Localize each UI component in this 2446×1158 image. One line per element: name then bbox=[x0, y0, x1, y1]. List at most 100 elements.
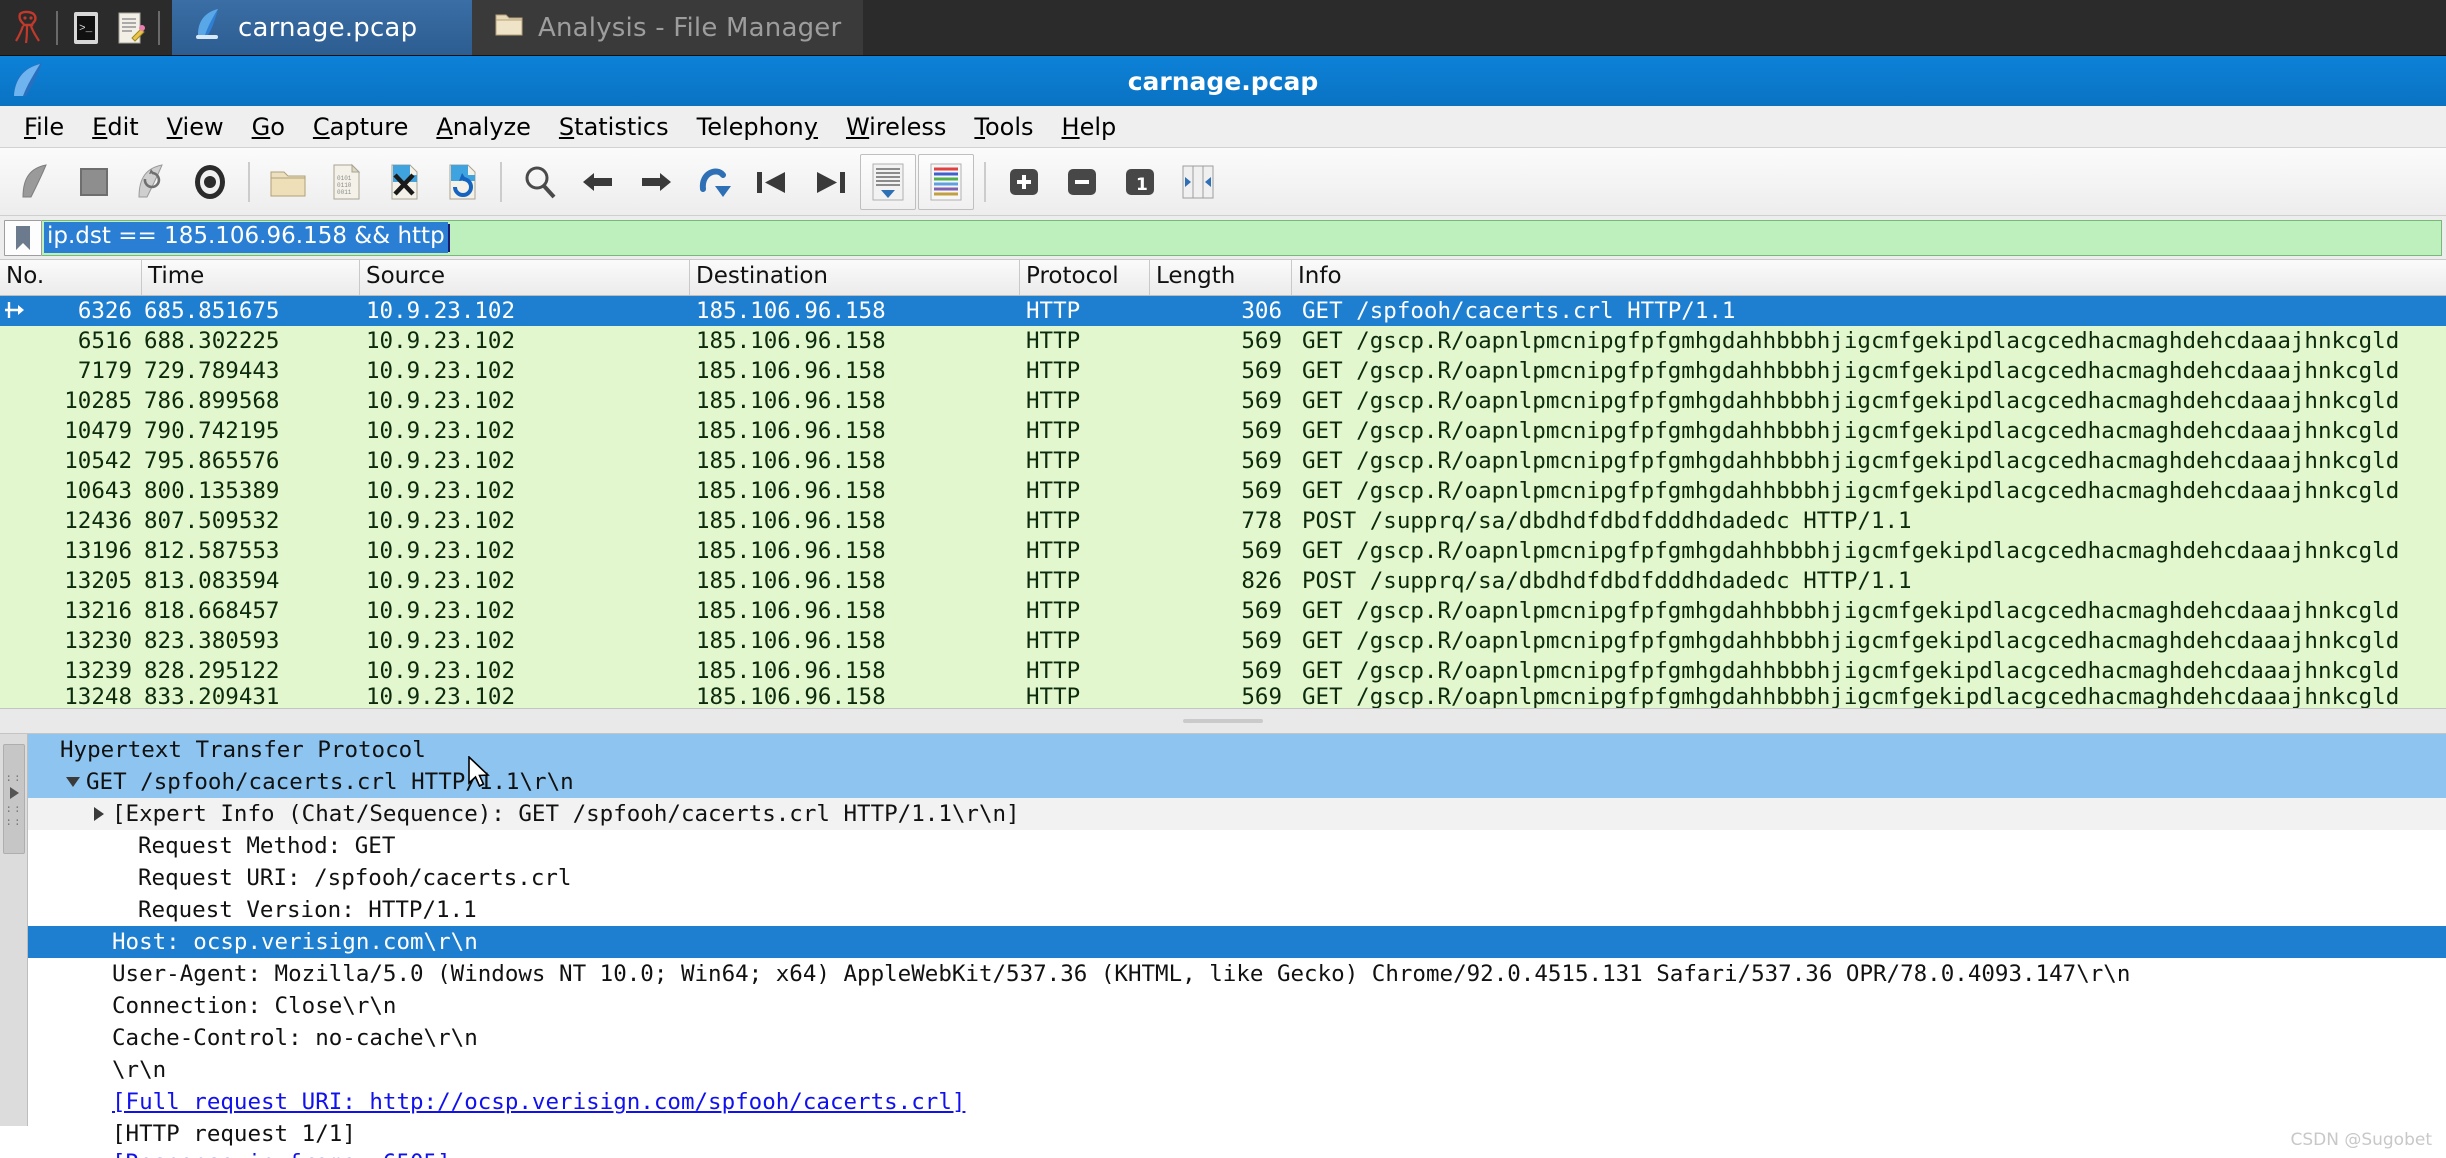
column-header-protocol[interactable]: Protocol bbox=[1020, 260, 1150, 295]
chevron-down-icon[interactable] bbox=[60, 777, 86, 787]
menu-go[interactable]: Go bbox=[238, 109, 299, 145]
go-forward-arrow-icon[interactable] bbox=[628, 154, 684, 210]
packet-row[interactable]: 10479 790.742195 10.9.23.102 185.106.96.158… bbox=[0, 416, 2446, 446]
octopus-icon[interactable] bbox=[6, 6, 50, 50]
auto-scroll-icon[interactable] bbox=[860, 153, 916, 210]
packet-no: 10479 bbox=[64, 418, 132, 444]
packet-row[interactable]: 10285 786.899568 10.9.23.102 185.106.96.158… bbox=[0, 386, 2446, 416]
detail-tree-row[interactable]: Host: ocsp.verisign.com\r\n bbox=[28, 926, 2446, 958]
menu-help[interactable]: Help bbox=[1048, 109, 1131, 145]
detail-tree-row[interactable]: Request Method: GET bbox=[28, 830, 2446, 862]
column-header-source[interactable]: Source bbox=[360, 260, 690, 295]
menu-tools[interactable]: Tools bbox=[960, 109, 1047, 145]
packet-no: 13230 bbox=[64, 628, 132, 654]
menu-edit[interactable]: Edit bbox=[78, 109, 152, 145]
packet-row[interactable]: 6326 685.851675 10.9.23.102 185.106.96.158 H… bbox=[0, 296, 2446, 326]
column-header-no[interactable]: No. bbox=[0, 260, 142, 295]
detail-tree-row[interactable]: Request URI: /spfooh/cacerts.crl bbox=[28, 862, 2446, 894]
packet-row[interactable]: 10643 800.135389 10.9.23.102 185.106.96.158… bbox=[0, 476, 2446, 506]
go-to-last-packet-icon[interactable] bbox=[802, 154, 858, 210]
detail-row-text: [Full request URI: http://ocsp.verisign.… bbox=[112, 1089, 966, 1115]
menu-view[interactable]: View bbox=[153, 109, 238, 145]
detail-tree-row[interactable]: GET /spfooh/cacerts.crl HTTP/1.1\r\n bbox=[28, 766, 2446, 798]
packet-info: GET /gscp.R/oapnlpmcnipgfpfgmhgdahhbbbhj… bbox=[1302, 658, 2400, 684]
bookmark-icon[interactable] bbox=[4, 219, 42, 256]
menu-capture[interactable]: Capture bbox=[299, 109, 422, 145]
column-header-time[interactable]: Time bbox=[142, 260, 360, 295]
detail-tree-row[interactable]: \r\n bbox=[28, 1054, 2446, 1086]
go-back-arrow-icon[interactable] bbox=[570, 154, 626, 210]
handle-dots-icon: :: bbox=[5, 770, 23, 784]
display-filter-input[interactable]: ip.dst == 185.106.96.158 && http bbox=[42, 219, 2442, 256]
packet-row[interactable]: 13216 818.668457 10.9.23.102 185.106.96.158… bbox=[0, 596, 2446, 626]
open-file-icon[interactable] bbox=[260, 154, 316, 210]
packet-row[interactable]: 10542 795.865576 10.9.23.102 185.106.96.158… bbox=[0, 446, 2446, 476]
packet-row[interactable]: 13248 833.209431 10.9.23.102 185.106.96.158… bbox=[0, 686, 2446, 708]
menu-file[interactable]: File bbox=[10, 109, 78, 145]
packet-source: 10.9.23.102 bbox=[366, 358, 516, 384]
start-capture-icon[interactable] bbox=[8, 154, 64, 210]
packet-destination: 185.106.96.158 bbox=[696, 448, 886, 474]
packet-no: 12436 bbox=[64, 508, 132, 534]
detail-tree-row[interactable]: [HTTP request 1/1] bbox=[28, 1118, 2446, 1150]
packet-time: 823.380593 bbox=[144, 628, 280, 654]
zoom-in-icon[interactable] bbox=[996, 154, 1052, 210]
packet-no: 13248 bbox=[64, 686, 132, 708]
menu-statistics[interactable]: Statistics bbox=[545, 109, 683, 145]
menu-wireless[interactable]: Wireless bbox=[832, 109, 960, 145]
close-file-icon[interactable] bbox=[376, 154, 432, 210]
packet-source: 10.9.23.102 bbox=[366, 418, 516, 444]
zoom-out-icon[interactable] bbox=[1054, 154, 1110, 210]
detail-tree-row[interactable]: [Full request URI: http://ocsp.verisign.… bbox=[28, 1086, 2446, 1118]
packet-row[interactable]: 7179 729.789443 10.9.23.102 185.106.96.158 H… bbox=[0, 356, 2446, 386]
detail-tree-row[interactable]: [Response in frame: 6505] bbox=[28, 1150, 2446, 1158]
colorize-packets-icon[interactable] bbox=[918, 153, 974, 210]
packet-length: 569 bbox=[1241, 328, 1282, 354]
taskbar-task-wireshark[interactable]: carnage.pcap bbox=[172, 0, 472, 55]
packet-row[interactable]: 13205 813.083594 10.9.23.102 185.106.96.158… bbox=[0, 566, 2446, 596]
zoom-reset-icon[interactable]: 1 bbox=[1112, 154, 1168, 210]
terminal-icon[interactable]: >_ bbox=[64, 6, 108, 50]
column-header-info[interactable]: Info bbox=[1292, 260, 2446, 295]
detail-tree-row[interactable]: Hypertext Transfer Protocol bbox=[28, 734, 2446, 766]
packet-row[interactable]: 13230 823.380593 10.9.23.102 185.106.96.158… bbox=[0, 626, 2446, 656]
packet-info: GET /gscp.R/oapnlpmcnipgfpfgmhgdahhbbbhj… bbox=[1302, 686, 2400, 708]
text-editor-icon[interactable] bbox=[108, 6, 152, 50]
main-toolbar: 0101 0110 0011 1 bbox=[0, 148, 2446, 216]
detail-tree-row[interactable]: Cache-Control: no-cache\r\n bbox=[28, 1022, 2446, 1054]
menu-telephony[interactable]: Telephony bbox=[683, 109, 832, 145]
launcher-divider bbox=[56, 10, 58, 45]
packet-length: 569 bbox=[1241, 388, 1282, 414]
column-header-destination[interactable]: Destination bbox=[690, 260, 1020, 295]
column-header-length[interactable]: Length bbox=[1150, 260, 1292, 295]
packet-info: GET /gscp.R/oapnlpmcnipgfpfgmhgdahhbbbhj… bbox=[1302, 418, 2400, 444]
find-packet-magnifier-icon[interactable] bbox=[512, 154, 568, 210]
packet-source: 10.9.23.102 bbox=[366, 388, 516, 414]
save-file-icon[interactable]: 0101 0110 0011 bbox=[318, 154, 374, 210]
packet-protocol: HTTP bbox=[1026, 358, 1081, 384]
detail-tree-row[interactable]: User-Agent: Mozilla/5.0 (Windows NT 10.0… bbox=[28, 958, 2446, 990]
packet-row[interactable]: 6516 688.302225 10.9.23.102 185.106.96.158 H… bbox=[0, 326, 2446, 356]
packet-time: 818.668457 bbox=[144, 598, 280, 624]
stop-capture-icon[interactable] bbox=[66, 154, 122, 210]
resize-columns-icon[interactable] bbox=[1170, 154, 1226, 210]
reload-file-icon[interactable] bbox=[434, 154, 490, 210]
detail-row-text: Cache-Control: no-cache\r\n bbox=[112, 1025, 478, 1051]
packet-row[interactable]: 13196 812.587553 10.9.23.102 185.106.96.158… bbox=[0, 536, 2446, 566]
taskbar-task-filemanager[interactable]: Analysis - File Manager bbox=[472, 0, 864, 55]
packet-row[interactable]: 12436 807.509532 10.9.23.102 185.106.96.158… bbox=[0, 506, 2446, 536]
go-to-packet-icon[interactable] bbox=[686, 154, 742, 210]
detail-tree-row[interactable]: Connection: Close\r\n bbox=[28, 990, 2446, 1022]
go-to-first-packet-icon[interactable] bbox=[744, 154, 800, 210]
restart-capture-icon[interactable] bbox=[124, 154, 180, 210]
menu-analyze[interactable]: Analyze bbox=[422, 109, 545, 145]
pane-collapse-handle[interactable]: :: :: :: bbox=[3, 744, 25, 854]
detail-tree-row[interactable]: Request Version: HTTP/1.1 bbox=[28, 894, 2446, 926]
packet-length: 569 bbox=[1241, 598, 1282, 624]
pane-splitter[interactable] bbox=[0, 708, 2446, 734]
packet-row[interactable]: 13239 828.295122 10.9.23.102 185.106.96.158… bbox=[0, 656, 2446, 686]
packet-time: 688.302225 bbox=[144, 328, 280, 354]
chevron-right-icon[interactable] bbox=[86, 807, 112, 821]
detail-tree-row[interactable]: [Expert Info (Chat/Sequence): GET /spfoo… bbox=[28, 798, 2446, 830]
capture-options-gear-icon[interactable] bbox=[182, 154, 238, 210]
